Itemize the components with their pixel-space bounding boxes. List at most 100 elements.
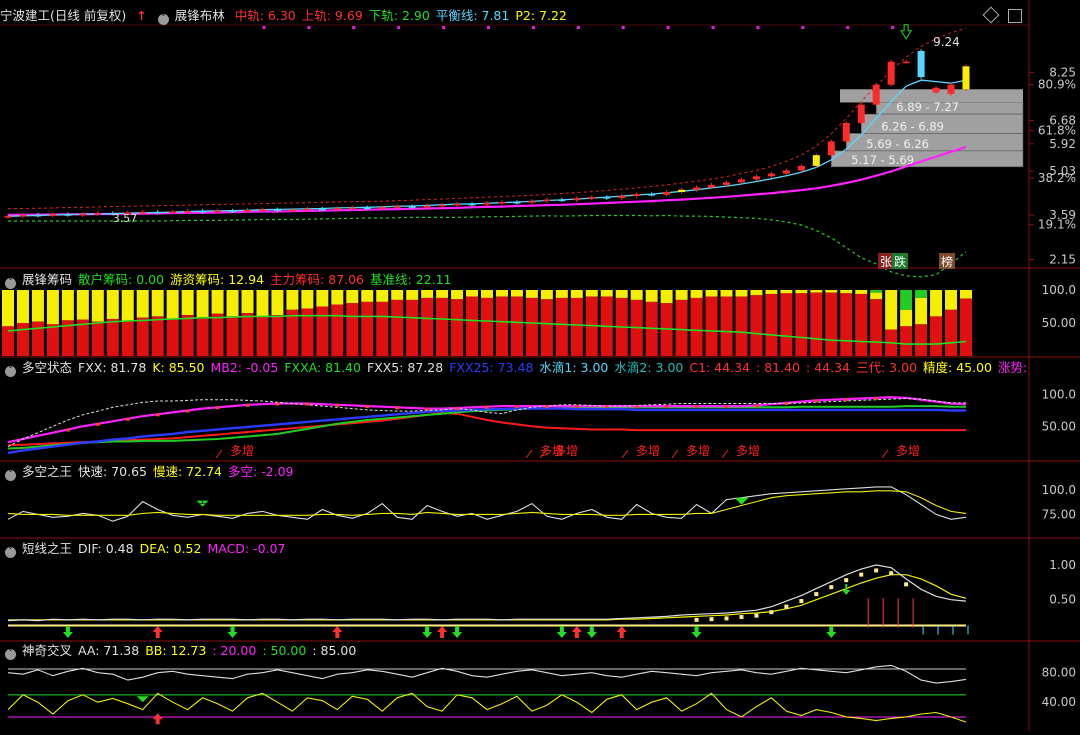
main-chip-bar	[960, 298, 972, 356]
state-bar	[784, 401, 789, 405]
hot-chip-bar	[481, 290, 493, 298]
candle-body	[318, 208, 326, 211]
window-box-icon[interactable]	[1008, 9, 1022, 23]
signal-dot	[891, 26, 895, 29]
candle-body	[483, 202, 491, 205]
main-chip-bar	[930, 316, 943, 356]
panel-toggle-icon[interactable]: ˅	[5, 278, 16, 289]
stock-chart-window[interactable]: 8.25 80.9% 6.68 61.8% 5.92 5.03 38.2% 3.59 19.1%…	[0, 0, 1080, 731]
signal-label: 多增	[230, 444, 254, 458]
axis-label-p5: 0.50	[1049, 593, 1076, 607]
candle-body	[303, 208, 311, 211]
signal-label: 多增	[636, 444, 660, 458]
panel-toggle-icon[interactable]: ˅	[5, 649, 16, 660]
macd-bar	[844, 578, 849, 583]
main-chip-bar	[495, 296, 508, 356]
stock-name: 宁波建工	[0, 8, 51, 23]
indicator-value: 涨势: 0	[998, 360, 1028, 375]
hot-chip-bar	[495, 290, 508, 297]
up-arrow-icon	[332, 626, 343, 638]
hot-chip-bar	[271, 290, 284, 316]
indicator-value: 精度: 45.00	[923, 360, 993, 375]
main-chip-bar	[271, 315, 284, 356]
macd-bar	[754, 613, 759, 618]
state-bar	[365, 405, 370, 409]
state-bar	[844, 398, 849, 402]
signal-dot	[352, 26, 356, 29]
hot-chip-bar	[61, 290, 74, 321]
up-arrow-icon	[571, 626, 582, 638]
hot-chip-bar	[960, 290, 972, 299]
hot-chip-bar	[765, 290, 778, 294]
hot-chip-bar	[525, 290, 538, 298]
main-chip-bar	[391, 299, 404, 356]
axis-label-p1: 61.8%	[1038, 124, 1076, 138]
main-chip-bar	[136, 317, 149, 356]
indicator-value: : 50.00	[262, 643, 307, 658]
macd-bar	[829, 585, 834, 590]
candle-body	[258, 209, 266, 211]
main-chip-bar	[570, 297, 583, 356]
main-chip-bar	[256, 316, 269, 356]
candle-body	[273, 209, 281, 211]
candle-body	[169, 211, 177, 214]
up-arrow-icon	[152, 713, 163, 725]
state-bar	[215, 406, 220, 410]
hot-chip-bar	[735, 290, 748, 297]
indicator-values: 快速: 70.65 慢速: 72.74 多空: -2.09	[78, 464, 300, 479]
dif-line	[7, 564, 967, 622]
panel-toggle-icon[interactable]: ˅	[5, 366, 16, 377]
macd-bar	[814, 592, 819, 597]
buy-signal-label: 上	[198, 496, 207, 507]
axis-label-p4: 75.00	[1042, 507, 1076, 521]
hot-chip-bar	[885, 290, 898, 330]
main-chip-bar	[705, 296, 718, 356]
hot-chip-bar	[121, 290, 134, 322]
axis-label-p4: 100.0	[1042, 483, 1076, 497]
main-chip-bar	[750, 295, 763, 356]
price-zone-label: 6.26 - 6.89	[881, 119, 944, 133]
signal-arrow	[621, 449, 629, 459]
main-chip-bar	[765, 293, 778, 356]
candle-body	[857, 104, 865, 123]
hot-chip-bar	[301, 290, 314, 309]
signal-arrow	[671, 449, 679, 459]
indicator-value: 上轨: 9.69	[301, 8, 363, 23]
state-bar	[874, 396, 879, 400]
hot-chip-bar	[166, 290, 179, 320]
indicator-value: 基准线: 22.11	[370, 272, 452, 287]
hot-chip-bar	[31, 290, 44, 322]
hot-chip-bar	[555, 290, 568, 298]
main-chip-bar	[151, 316, 164, 356]
main-chip-bar	[690, 297, 703, 356]
indicator-value: 散户筹码: 0.00	[78, 272, 165, 287]
signal-dot	[531, 26, 535, 29]
indicator-value: DIF: 0.48	[78, 541, 134, 556]
hot-chip-bar	[286, 290, 299, 310]
panel-toggle-icon[interactable]: ˅	[157, 14, 169, 25]
main-chip-bar	[915, 324, 928, 356]
price-zone-bar	[840, 89, 1023, 103]
down-arrow-icon	[227, 626, 238, 638]
signal-dot	[621, 26, 625, 29]
indicator-value: 水滴1: 3.00	[539, 360, 609, 375]
main-chip-bar	[211, 313, 224, 356]
panel-toggle-icon[interactable]: ˅	[5, 547, 16, 558]
candle-body	[678, 189, 686, 192]
state-bar	[574, 405, 579, 409]
candle-body	[19, 214, 27, 217]
panel-toggle-icon[interactable]: ˅	[5, 470, 16, 481]
balance-line	[7, 79, 967, 218]
indicator-value: FXX: 81.78	[78, 360, 147, 375]
main-chip-bar	[870, 299, 883, 356]
candle-body	[543, 199, 551, 202]
panel-header-state: ˅ 多空状态 FXX: 81.78 K: 85.50 MB2: -0.05 FXXA: 8…	[0, 359, 1028, 377]
hot-chip-bar	[256, 290, 269, 317]
hot-chip-bar	[945, 290, 958, 310]
hot-chip-bar	[436, 290, 449, 298]
main-chip-bar	[795, 293, 808, 356]
main-chip-bar	[16, 323, 29, 356]
axis-label-p1: 19.1%	[1038, 218, 1076, 232]
main-chip-bar	[900, 326, 913, 356]
hot-chip-bar	[241, 290, 254, 314]
